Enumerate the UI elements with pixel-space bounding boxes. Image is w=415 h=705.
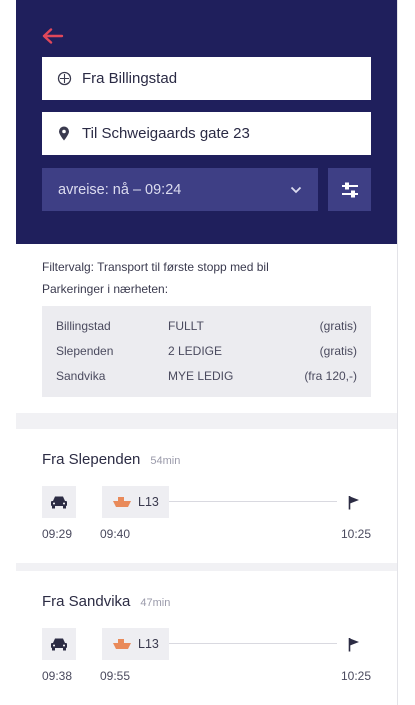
- parking-status: FULLT: [168, 319, 204, 333]
- filter-info-panel: Filtervalg: Transport til første stopp m…: [16, 244, 397, 413]
- parking-row: Sandvika MYE LEDIG (fra 120,-): [56, 364, 357, 389]
- trip-times: 09:29 09:40 10:25: [42, 527, 371, 547]
- chevron-down-icon: [290, 186, 302, 193]
- arrival-time: 10:25: [340, 669, 371, 683]
- trip-title: Fra Slependen 54min: [42, 451, 371, 468]
- parking-row: Billingstad FULLT (gratis): [56, 314, 357, 339]
- trip-duration: 54min: [150, 455, 181, 467]
- crosshair-icon: [56, 71, 72, 87]
- boat-line-label: L13: [138, 495, 159, 509]
- trip-legs: L13: [42, 627, 371, 661]
- boat-departure-time: 09:40: [100, 527, 131, 541]
- parking-price: (fra 120,-): [304, 369, 357, 383]
- to-field-text: Til Schweigaards gate 23: [82, 125, 250, 142]
- parking-price: (gratis): [319, 319, 357, 333]
- back-button[interactable]: [42, 20, 74, 52]
- parking-place: Billingstad: [56, 319, 111, 333]
- car-departure-time: 09:29: [42, 527, 73, 541]
- car-leg: [42, 628, 76, 660]
- car-departure-time: 09:38: [42, 669, 73, 683]
- arrival-leg: [337, 628, 371, 660]
- car-leg: [42, 486, 76, 518]
- arrival-leg: [337, 486, 371, 518]
- parking-status: 2 LEDIGE: [168, 344, 223, 358]
- parking-price: (gratis): [319, 344, 357, 358]
- trip-duration: 47min: [140, 597, 171, 609]
- app-screen: Fra Billingstad Til Schweigaards gate 23…: [16, 0, 398, 705]
- from-field-text: Fra Billingstad: [82, 70, 178, 87]
- trip-times: 09:38 09:55 10:25: [42, 669, 371, 689]
- departure-text: avreise: nå – 09:24: [58, 181, 182, 198]
- boat-icon: [112, 496, 132, 508]
- boat-departure-time: 09:55: [100, 669, 131, 683]
- location-pin-icon: [56, 126, 72, 142]
- arrow-left-icon: [42, 28, 64, 44]
- boat-leg: L13: [102, 486, 169, 518]
- parking-place: Sandvika: [56, 369, 106, 383]
- parking-heading: Parkeringer i nærheten:: [42, 282, 169, 296]
- boat-leg: L13: [102, 628, 169, 660]
- trip-legs: L13: [42, 485, 371, 519]
- filter-text: Filtervalg: Transport til første stopp m…: [42, 260, 269, 274]
- trip-origin: Fra Sandvika: [42, 593, 131, 610]
- parking-table: Billingstad FULLT (gratis) Slependen 2 L…: [42, 306, 371, 397]
- to-field[interactable]: Til Schweigaards gate 23: [42, 112, 371, 155]
- departure-time-select[interactable]: avreise: nå – 09:24: [42, 168, 318, 211]
- flag-icon: [348, 495, 359, 509]
- search-header: Fra Billingstad Til Schweigaards gate 23…: [16, 0, 397, 244]
- flag-icon: [348, 637, 359, 651]
- car-icon: [51, 638, 67, 651]
- parking-place: Slependen: [56, 344, 114, 358]
- boat-icon: [112, 638, 132, 650]
- arrival-time: 10:25: [340, 527, 371, 541]
- filter-button[interactable]: [328, 168, 371, 211]
- trip-card[interactable]: Fra Slependen 54min L13 09:29 09:40 10:2…: [16, 429, 397, 563]
- from-field[interactable]: Fra Billingstad: [42, 57, 371, 100]
- trip-card[interactable]: Fra Sandvika 47min L13 09:38 09:55 10:25: [16, 571, 397, 705]
- parking-row: Slependen 2 LEDIGE (gratis): [56, 339, 357, 364]
- boat-line-label: L13: [138, 637, 159, 651]
- parking-status: MYE LEDIG: [168, 369, 234, 383]
- filter-sliders-icon: [341, 182, 358, 197]
- trip-title: Fra Sandvika 47min: [42, 593, 371, 610]
- car-icon: [51, 496, 67, 509]
- trip-origin: Fra Slependen: [42, 451, 141, 468]
